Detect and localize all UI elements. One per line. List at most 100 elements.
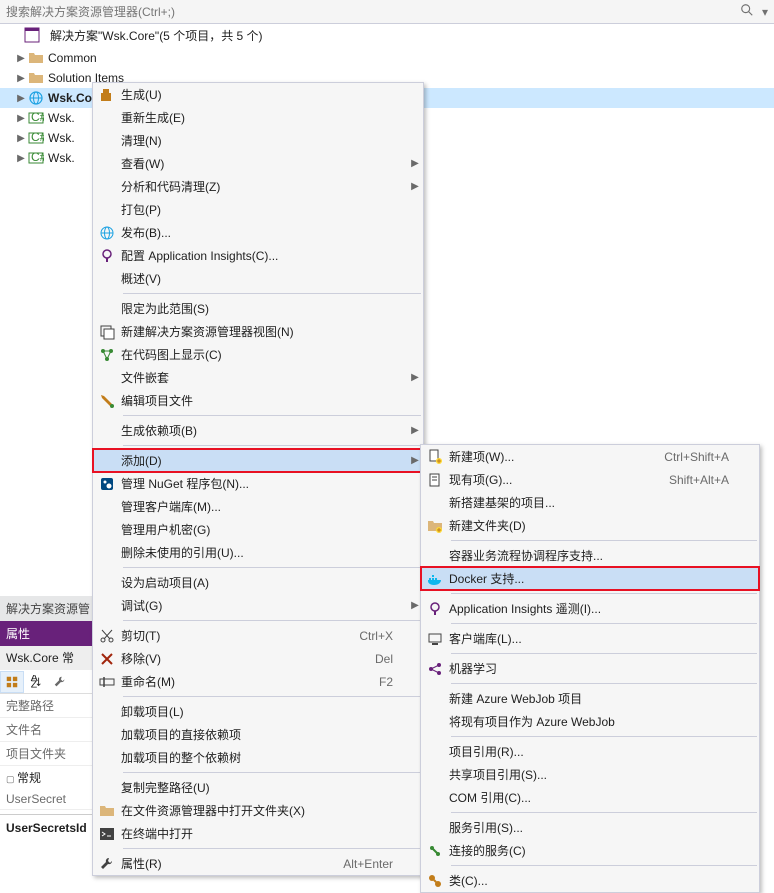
wrench-button[interactable] (48, 671, 72, 693)
menu-item[interactable]: 加载项目的整个依赖树 (93, 746, 423, 769)
menu-item-label: 复制完整路径(U) (121, 779, 407, 796)
menu-item-label: 在文件资源管理器中打开文件夹(X) (121, 802, 407, 819)
menu-item[interactable]: 文件嵌套▶ (93, 366, 423, 389)
alphabetical-button[interactable]: AZ (24, 671, 48, 693)
menu-item-label: 清理(N) (121, 132, 407, 149)
submenu-arrow-icon: ▶ (407, 372, 423, 383)
menu-item-label: 调试(G) (121, 597, 407, 614)
menu-item[interactable]: 现有项(G)...Shift+Alt+A (421, 468, 759, 491)
solution-explorer-tab[interactable]: 解决方案资源管 (0, 596, 100, 621)
menu-item[interactable]: 复制完整路径(U) (93, 776, 423, 799)
menu-item[interactable]: 类(C)... (421, 869, 759, 892)
menu-item[interactable]: 管理 NuGet 程序包(N)... (93, 472, 423, 495)
menu-item[interactable]: 服务引用(S)... (421, 816, 759, 839)
menu-item[interactable]: COM 引用(C)... (421, 786, 759, 809)
menu-separator (123, 620, 421, 621)
search-icon[interactable] (736, 3, 758, 20)
menu-item-label: 删除未使用的引用(U)... (121, 544, 407, 561)
expand-arrow-icon[interactable]: ▶ (14, 113, 28, 124)
menu-item[interactable]: 卸载项目(L) (93, 700, 423, 723)
categorized-button[interactable] (0, 671, 24, 693)
menu-item[interactable]: 打包(P) (93, 198, 423, 221)
menu-item[interactable]: 设为启动项目(A) (93, 571, 423, 594)
menu-item[interactable]: 生成(U) (93, 83, 423, 106)
menu-item-label: COM 引用(C)... (449, 789, 743, 806)
menu-item[interactable]: 加载项目的直接依赖项 (93, 723, 423, 746)
menu-item[interactable]: 客户端库(L)... (421, 627, 759, 650)
menu-item[interactable]: 新建项(W)...Ctrl+Shift+A (421, 445, 759, 468)
menu-item-shortcut: F2 (379, 675, 407, 689)
menu-item[interactable]: 发布(B)... (93, 221, 423, 244)
openfolder-icon (93, 803, 121, 819)
search-options-chevron-icon[interactable]: ▾ (758, 5, 768, 19)
expand-arrow-icon[interactable]: ▶ (14, 53, 28, 64)
menu-item[interactable]: 重新生成(E) (93, 106, 423, 129)
menu-item[interactable]: 调试(G)▶ (93, 594, 423, 617)
menu-item-label: 客户端库(L)... (449, 630, 743, 647)
menu-item-label: 重命名(M) (121, 673, 379, 690)
expand-arrow-icon[interactable]: ▶ (14, 153, 28, 164)
menu-item-label: 移除(V) (121, 650, 375, 667)
menu-item[interactable]: Application Insights 遥测(I)... (421, 597, 759, 620)
menu-item-label: 生成依赖项(B) (121, 422, 407, 439)
menu-item[interactable]: 机器学习 (421, 657, 759, 680)
publish-icon (93, 225, 121, 241)
svg-text:C#: C# (31, 110, 44, 124)
menu-item-label: 在代码图上显示(C) (121, 346, 407, 363)
menu-item[interactable]: 配置 Application Insights(C)... (93, 244, 423, 267)
menu-item-label: 类(C)... (449, 872, 743, 889)
appinsights-icon (421, 601, 449, 617)
menu-item[interactable]: 项目引用(R)... (421, 740, 759, 763)
nuget-icon (93, 476, 121, 492)
menu-item[interactable]: 将现有项目作为 Azure WebJob (421, 710, 759, 733)
folder-icon (28, 50, 44, 66)
menu-item[interactable]: 新建解决方案资源管理器视图(N) (93, 320, 423, 343)
menu-item[interactable]: 生成依赖项(B)▶ (93, 419, 423, 442)
add-submenu: 新建项(W)...Ctrl+Shift+A现有项(G)...Shift+Alt+… (420, 444, 760, 893)
expand-arrow-icon[interactable]: ▶ (14, 133, 28, 144)
menu-item[interactable]: 清理(N) (93, 129, 423, 152)
menu-item[interactable]: 删除未使用的引用(U)... (93, 541, 423, 564)
menu-item[interactable]: 在代码图上显示(C) (93, 343, 423, 366)
menu-item[interactable]: 属性(R)Alt+Enter (93, 852, 423, 875)
menu-separator (123, 696, 421, 697)
menu-separator (451, 653, 757, 654)
menu-item[interactable]: 新搭建基架的项目... (421, 491, 759, 514)
menu-item-label: 新建文件夹(D) (449, 517, 743, 534)
expand-arrow-icon[interactable]: ▶ (14, 93, 28, 104)
folder-icon (28, 70, 44, 86)
svg-text:Z: Z (31, 678, 38, 689)
menu-item[interactable]: 移除(V)Del (93, 647, 423, 670)
web-project-icon (28, 90, 44, 106)
menu-item-label: 剪切(T) (121, 627, 359, 644)
tree-row[interactable]: ▶ Common (0, 48, 774, 68)
menu-item[interactable]: 新建文件夹(D) (421, 514, 759, 537)
menu-item[interactable]: 编辑项目文件 (93, 389, 423, 412)
expand-arrow-icon[interactable]: ▶ (14, 73, 28, 84)
menu-item[interactable]: 分析和代码清理(Z)▶ (93, 175, 423, 198)
menu-item[interactable]: 添加(D)▶ (93, 449, 423, 472)
terminal-icon (93, 826, 121, 842)
prop-category[interactable]: 常规 (0, 766, 100, 789)
menu-item[interactable]: 查看(W)▶ (93, 152, 423, 175)
svg-text:C#: C# (31, 130, 44, 144)
solution-node[interactable]: 解决方案"Wsk.Core"(5 个项目，共 5 个) (0, 24, 774, 46)
menu-item[interactable]: 重命名(M)F2 (93, 670, 423, 693)
menu-item[interactable]: Docker 支持... (421, 567, 759, 590)
solution-icon (24, 27, 40, 43)
menu-item[interactable]: 在终端中打开 (93, 822, 423, 845)
menu-item[interactable]: 管理用户机密(G) (93, 518, 423, 541)
menu-item[interactable]: 管理客户端库(M)... (93, 495, 423, 518)
newitem-icon (421, 449, 449, 465)
menu-item[interactable]: 限定为此范围(S) (93, 297, 423, 320)
menu-item[interactable]: 共享项目引用(S)... (421, 763, 759, 786)
submenu-arrow-icon: ▶ (407, 425, 423, 436)
menu-item[interactable]: 概述(V) (93, 267, 423, 290)
menu-item[interactable]: 新建 Azure WebJob 项目 (421, 687, 759, 710)
menu-item[interactable]: 剪切(T)Ctrl+X (93, 624, 423, 647)
menu-item[interactable]: 在文件资源管理器中打开文件夹(X) (93, 799, 423, 822)
menu-item[interactable]: 容器业务流程协调程序支持... (421, 544, 759, 567)
menu-item-label: 项目引用(R)... (449, 743, 743, 760)
menu-item[interactable]: 连接的服务(C) (421, 839, 759, 862)
search-input[interactable] (6, 5, 736, 19)
